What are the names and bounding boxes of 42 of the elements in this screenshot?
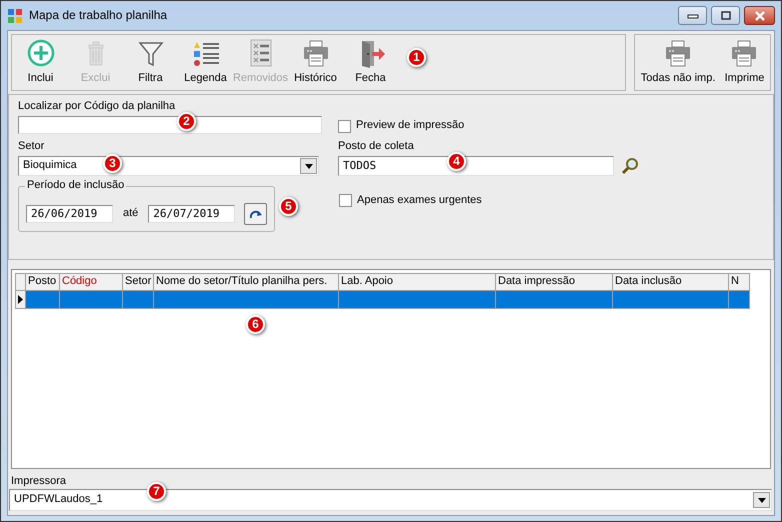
column-header[interactable]: N [729,273,750,291]
caret-down-icon [758,498,766,502]
close-button[interactable] [744,6,775,25]
column-header[interactable]: Data inclusão [613,273,729,291]
plus-circle-icon [26,38,56,68]
maximize-icon [720,10,732,20]
search-icon[interactable] [621,157,639,175]
field-label: Impressora [11,475,68,489]
column-header[interactable]: Posto [26,273,60,291]
checkbox[interactable] [339,194,352,208]
close-icon [752,10,766,20]
date-field[interactable]: 26/07/2019 [148,205,236,223]
toolbar-button[interactable]: Histórico [288,38,343,85]
window-title: Mapa de trabalho planilha [29,8,168,23]
column-header[interactable]: Código [60,273,123,291]
redo-arrow-icon [250,210,262,218]
toolbar-button[interactable]: Fecha [343,38,398,85]
field-label: Localizar por Código da planilha [18,100,176,112]
caret-down-icon [304,164,312,168]
column-header[interactable]: Lab. Apoio [339,273,496,291]
toolbar-button[interactable]: Todas não imp. [640,38,716,85]
column-header[interactable]: Data impressão [496,273,613,291]
app-logo-icon [7,8,23,24]
date-separator: até [122,207,138,221]
checkbox[interactable] [338,120,351,132]
toolbar-button[interactable]: Filtra [123,38,178,85]
field-label: Posto de coleta [338,140,415,154]
search-field[interactable] [18,116,322,134]
toolbar-button[interactable]: Legenda [178,38,233,85]
minimize-button[interactable] [678,6,707,25]
maximize-button[interactable] [711,6,740,25]
column-header[interactable]: Nome do setor/Título planilha pers. [154,273,339,291]
checkbox-label: Preview de impressão [356,119,464,133]
refresh-button[interactable] [244,203,267,225]
minimize-icon [686,12,698,20]
column-header[interactable]: Setor [123,273,154,291]
field-label: Setor [18,140,46,154]
checkbox-label: Apenas exames urgentes [357,194,482,208]
toolbar-button[interactable]: Imprime [724,38,764,85]
row-pointer-icon [18,295,23,304]
date-field[interactable]: 26/06/2019 [26,205,113,223]
toolbar-button[interactable]: Inclui [13,38,68,85]
